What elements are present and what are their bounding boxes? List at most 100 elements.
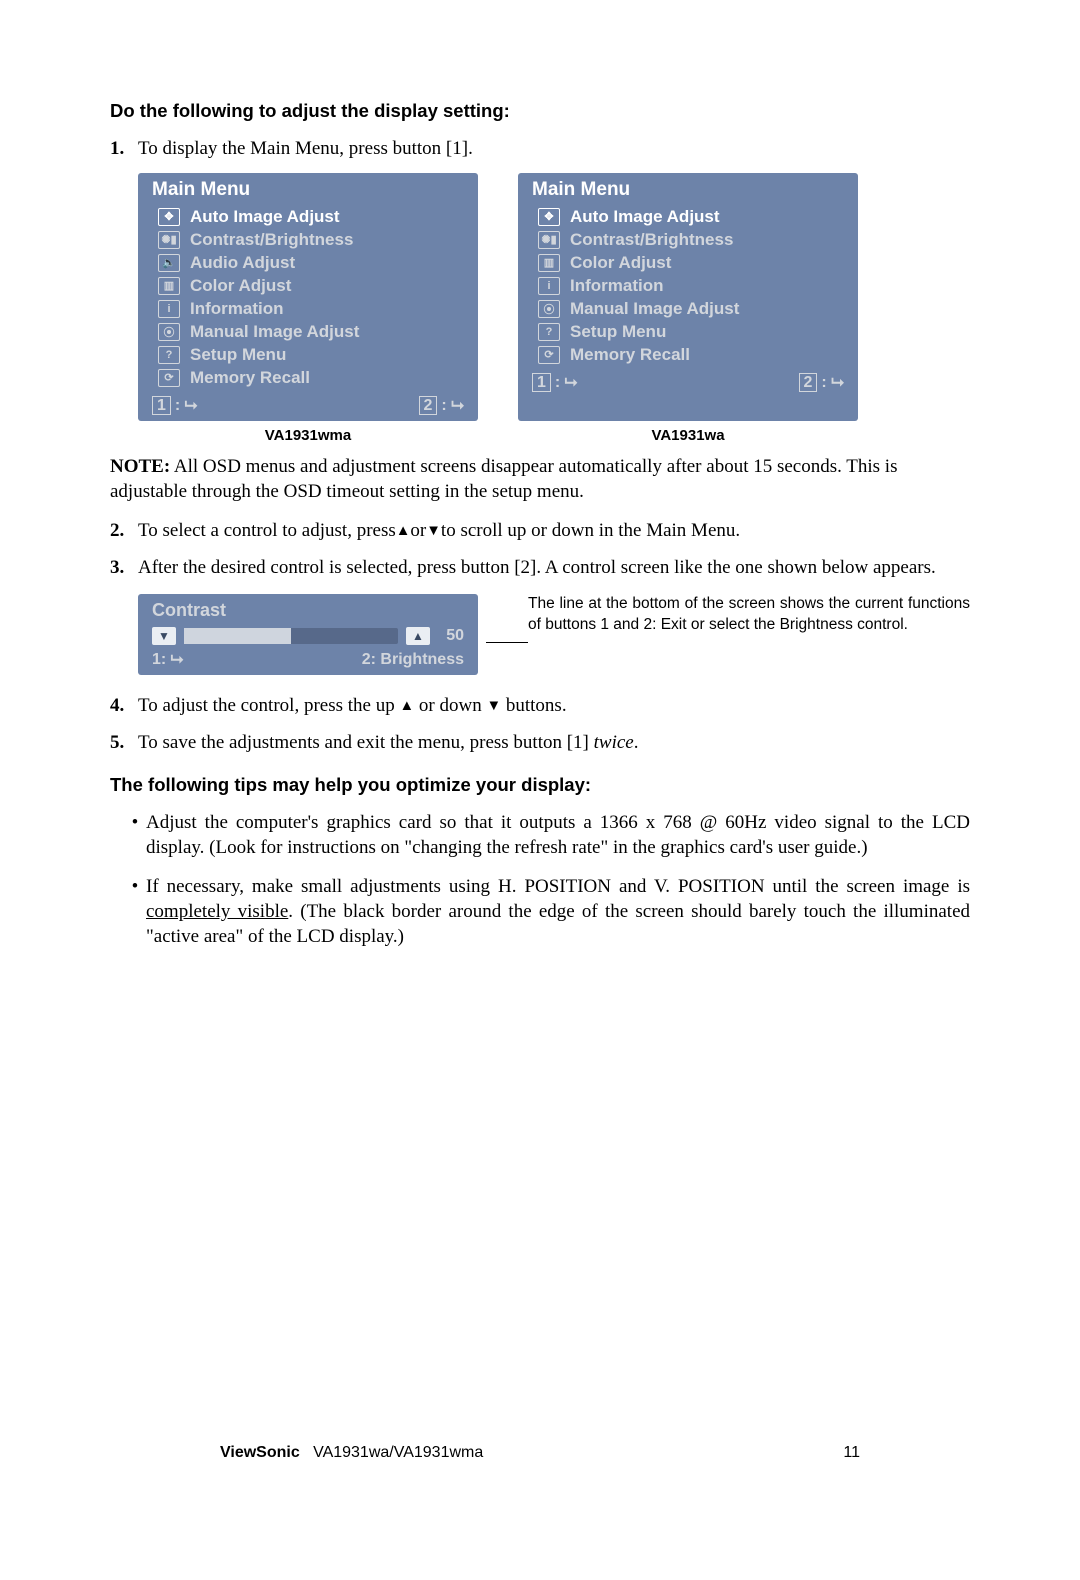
osd-label: Setup Menu — [190, 345, 286, 365]
contrast-icon: ✺▮ — [158, 231, 180, 249]
osd-label: Contrast/Brightness — [190, 230, 353, 250]
recall-icon: ⟳ — [158, 369, 180, 387]
key-1: 1 — [152, 396, 171, 415]
brightness-label: : Brightness — [371, 651, 464, 668]
contrast-icon: ✺▮ — [538, 231, 560, 249]
step-5: 5. To save the adjustments and exit the … — [110, 730, 970, 755]
osd-item: ▥ Color Adjust — [158, 274, 464, 297]
setup-icon: ? — [538, 323, 560, 341]
contrast-title: Contrast — [148, 600, 468, 627]
footer-left: ViewSonic VA1931wa/VA1931wma — [220, 1444, 483, 1462]
footer-brand: ViewSonic — [220, 1444, 300, 1461]
t: To adjust the control, press the up — [138, 695, 399, 716]
exit-icon: : ⮡ — [175, 397, 198, 414]
triangle-down-icon: ▼ — [486, 697, 501, 717]
note-text: All OSD menus and adjustment screens dis… — [110, 456, 898, 502]
section-heading: The following tips may help you optimize… — [110, 774, 970, 796]
bullet-icon: • — [124, 874, 146, 949]
osd-item: ?Setup Menu — [158, 343, 464, 366]
step-number: 2. — [110, 518, 138, 543]
color-icon: ▥ — [158, 277, 180, 295]
step-1: 1. To display the Main Menu, press butto… — [110, 136, 970, 161]
osd-foot-right: 2: ⮡ — [419, 397, 464, 415]
t: To select a control to adjust, press — [138, 520, 396, 541]
osd-item: ⦿ Manual Image Adjust — [538, 297, 844, 320]
osd-panel-wma: Main Menu ✥Auto Image Adjust ✺▮ Contrast/… — [138, 173, 478, 421]
osd-item: ⟳ Memory Recall — [158, 366, 464, 389]
exit-icon: : ⮡ — [555, 374, 578, 391]
slider-fill — [184, 628, 291, 644]
osd-item: ⦿Manual Image Adjust — [158, 320, 464, 343]
osd-label: Manual Image Adjust — [570, 299, 739, 319]
osd-panel-wa: Main Menu ✥Auto Image Adjust ✺▮Contrast/… — [518, 173, 858, 421]
twice: twice — [594, 732, 634, 753]
osd-foot-right: 2: ⮡ — [799, 374, 844, 392]
t: or — [410, 520, 426, 541]
contrast-bar-row: ▼ ▲ 50 — [148, 627, 468, 651]
triangle-up-icon: ▲ — [396, 522, 411, 542]
osd-items: ✥Auto Image Adjust ✺▮Contrast/Brightness… — [518, 205, 858, 370]
osd-item: 🔈Audio Adjust — [158, 251, 464, 274]
osd-footer: 1: ⮡ 2: ⮡ — [518, 370, 858, 398]
key-2: 2 — [419, 396, 438, 415]
osd-title: Main Menu — [518, 173, 858, 205]
manual-icon: ⦿ — [538, 300, 560, 318]
osd-item: ✺▮Contrast/Brightness — [538, 228, 844, 251]
triangle-up-icon: ▲ — [406, 627, 430, 645]
info-icon: i — [538, 277, 560, 295]
osd-label: Audio Adjust — [190, 253, 295, 273]
t: . — [634, 732, 639, 753]
tip-1: • Adjust the computer's graphics card so… — [124, 810, 970, 860]
caption-wa: VA1931wa — [518, 427, 858, 444]
recall-icon: ⟳ — [538, 346, 560, 364]
osd-label: Color Adjust — [190, 276, 291, 296]
caption-wma: VA1931wma — [138, 427, 478, 444]
auto-image-icon: ✥ — [538, 208, 560, 226]
step-number: 1. — [110, 136, 138, 161]
step-text: To display the Main Menu, press button [… — [138, 136, 970, 161]
osd-screenshots-row: Main Menu ✥Auto Image Adjust ✺▮Contrast/… — [138, 173, 970, 421]
osd-label: Auto Image Adjust — [190, 207, 340, 227]
step-3: 3. After the desired control is selected… — [110, 555, 970, 580]
page: Do the following to adjust the display s… — [110, 100, 970, 1520]
osd-title: Main Menu — [138, 173, 478, 205]
step-number: 4. — [110, 693, 138, 718]
osd-items: ✥Auto Image Adjust ✺▮ Contrast/Brightness… — [138, 205, 478, 393]
bullet-icon: • — [124, 810, 146, 860]
osd-label: Color Adjust — [570, 253, 671, 273]
page-number: 11 — [843, 1444, 860, 1462]
triangle-down-icon: ▼ — [426, 522, 441, 542]
osd-label: Manual Image Adjust — [190, 322, 359, 342]
contrast-note-col: The line at the bottom of the screen sho… — [528, 594, 970, 675]
note: NOTE: All OSD menus and adjustment scree… — [110, 454, 970, 504]
contrast-panel: Contrast ▼ ▲ 50 1: ⮡ 2: Brightness — [138, 594, 478, 675]
leader-line — [486, 642, 528, 643]
triangle-up-icon: ▲ — [399, 697, 414, 717]
key-1: 1 — [532, 373, 551, 392]
tip-2: • If necessary, make small adjustments u… — [124, 874, 970, 949]
note-label: NOTE: — [110, 456, 170, 477]
key-2: 2 — [362, 651, 371, 668]
t: To save the adjustments and exit the men… — [138, 732, 594, 753]
osd-label: Setup Menu — [570, 322, 666, 342]
foot-left: 1: ⮡ — [152, 651, 183, 669]
enter-icon: : ⮡ — [821, 374, 844, 391]
section-heading: Do the following to adjust the display s… — [110, 100, 970, 122]
osd-item: iInformation — [538, 274, 844, 297]
tip-text: Adjust the computer's graphics card so t… — [146, 810, 970, 860]
t: or down — [414, 695, 486, 716]
contrast-footer: 1: ⮡ 2: Brightness — [148, 651, 468, 669]
osd-item: ⟳Memory Recall — [538, 343, 844, 366]
osd-item: ✥Auto Image Adjust — [158, 205, 464, 228]
color-icon: ▥ — [538, 254, 560, 272]
osd-item: ✥Auto Image Adjust — [538, 205, 844, 228]
step-4: 4. To adjust the control, press the up ▲… — [110, 693, 970, 718]
osd-item: ✺▮ Contrast/Brightness — [158, 228, 464, 251]
osd-item: iInformation — [158, 297, 464, 320]
osd-captions: VA1931wma VA1931wa — [138, 427, 970, 444]
osd-footer: 1: ⮡ 2: ⮡ — [138, 393, 478, 421]
t: to scroll up or down in the Main Menu. — [441, 520, 740, 541]
key-2: 2 — [799, 373, 818, 392]
osd-label: Memory Recall — [190, 368, 310, 388]
step-text: To adjust the control, press the up ▲ or… — [138, 693, 970, 718]
